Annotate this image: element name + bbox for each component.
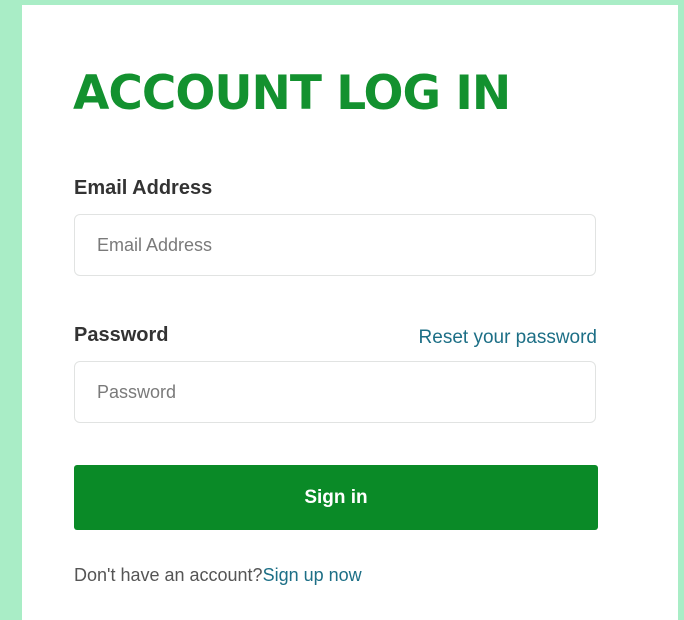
email-input[interactable]: [74, 214, 596, 276]
sign-up-link[interactable]: Sign up now: [263, 565, 362, 585]
password-input[interactable]: [74, 361, 596, 423]
signup-prompt: Don't have an account?Sign up now: [74, 565, 362, 586]
signup-prompt-text: Don't have an account?: [74, 565, 263, 585]
reset-password-link[interactable]: Reset your password: [419, 327, 597, 349]
page-title: ACCOUNT LOG IN: [73, 66, 511, 121]
email-label: Email Address: [74, 177, 213, 199]
sign-in-button[interactable]: Sign in: [74, 465, 598, 530]
login-card: ACCOUNT LOG IN Email Address Password Re…: [22, 5, 678, 620]
password-label: Password: [74, 324, 169, 346]
